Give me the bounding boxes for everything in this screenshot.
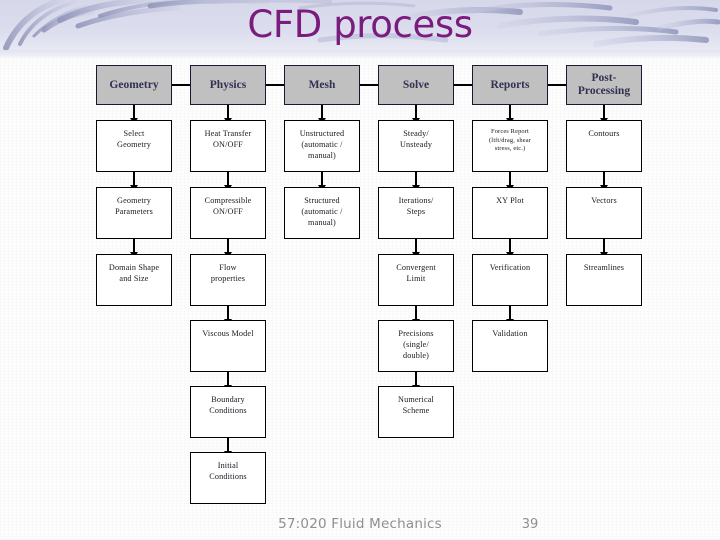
node-label: Reports	[490, 78, 530, 91]
node-label: Unstructured (automatic / manual)	[299, 129, 345, 160]
node-reports-step-2[interactable]: XY Plot	[472, 187, 548, 239]
node-label: Contours	[588, 129, 620, 138]
node-mesh-step-2[interactable]: Structured (automatic / manual)	[284, 187, 360, 239]
node-label: Vectors	[591, 196, 617, 205]
node-label: Heat Transfer ON/OFF	[204, 129, 252, 149]
node-label: Viscous Model	[202, 329, 254, 338]
node-solve-step-2[interactable]: Iterations/Steps	[378, 187, 454, 239]
node-label: Numerical Scheme	[398, 395, 434, 415]
page-title: CFD process	[247, 3, 473, 46]
node-solve-step-3[interactable]: Convergent Limit	[378, 254, 454, 306]
node-label: Validation	[492, 329, 528, 338]
node-label: Geometry Parameters	[115, 196, 153, 216]
node-post-processing-step-3[interactable]: Streamlines	[566, 254, 642, 306]
node-header-mesh[interactable]: Mesh	[284, 65, 360, 105]
node-header-geometry[interactable]: Geometry	[96, 65, 172, 105]
node-label: Flow properties	[210, 263, 246, 283]
node-label: Mesh	[308, 78, 336, 91]
node-reports-step-3[interactable]: Verification	[472, 254, 548, 306]
node-solve-step-1[interactable]: Steady/Unsteady	[378, 120, 454, 172]
node-label: Precisions (single/double)	[398, 329, 434, 360]
node-solve-step-5[interactable]: Numerical Scheme	[378, 386, 454, 438]
node-label: Initial Conditions	[209, 461, 247, 481]
node-label: Forces Report (lift/drag, shear stress, et…	[489, 128, 531, 153]
node-post-processing-step-1[interactable]: Contours	[566, 120, 642, 172]
node-label: Solve	[402, 78, 430, 91]
slide: CFD process Geometry Select Geometry Geom…	[0, 0, 720, 540]
node-label: Structured (automatic / manual)	[301, 196, 343, 227]
node-label: Iterations/Steps	[398, 196, 434, 216]
node-label: Convergent Limit	[396, 263, 436, 283]
node-header-reports[interactable]: Reports	[472, 65, 548, 105]
node-solve-step-4[interactable]: Precisions (single/double)	[378, 320, 454, 372]
node-header-post-processing[interactable]: Post- Processing	[566, 65, 642, 105]
node-reports-step-4[interactable]: Validation	[472, 320, 548, 372]
node-label: Compressible ON/OFF	[204, 196, 252, 216]
node-label: Boundary Conditions	[209, 395, 247, 415]
footer-page-number: 39	[521, 517, 539, 532]
node-label: Select Geometry	[117, 129, 151, 149]
node-physics-step-6[interactable]: Initial Conditions	[190, 452, 266, 504]
node-header-physics[interactable]: Physics	[190, 65, 266, 105]
node-geometry-step-1[interactable]: Select Geometry	[96, 120, 172, 172]
node-label: XY Plot	[496, 196, 524, 205]
node-physics-step-3[interactable]: Flow properties	[190, 254, 266, 306]
node-label: Domain Shape and Size	[108, 263, 160, 283]
node-label: Physics	[209, 78, 247, 91]
node-physics-step-4[interactable]: Viscous Model	[190, 320, 266, 372]
node-label: Streamlines	[583, 263, 625, 272]
node-post-processing-step-2[interactable]: Vectors	[566, 187, 642, 239]
node-header-solve[interactable]: Solve	[378, 65, 454, 105]
node-label: Verification	[489, 263, 531, 272]
node-physics-step-2[interactable]: Compressible ON/OFF	[190, 187, 266, 239]
node-label: Geometry	[109, 78, 159, 91]
node-label: Post- Processing	[577, 72, 631, 97]
node-geometry-step-2[interactable]: Geometry Parameters	[96, 187, 172, 239]
node-label: Steady/Unsteady	[399, 129, 433, 149]
node-geometry-step-3[interactable]: Domain Shape and Size	[96, 254, 172, 306]
cfd-process-flowchart: Geometry Select Geometry Geometry Paramete…	[0, 0, 720, 540]
footer-course-label: 57:020 Fluid Mechanics	[278, 516, 442, 532]
node-reports-step-1[interactable]: Forces Report (lift/drag, shear stress, et…	[472, 120, 548, 172]
node-physics-step-5[interactable]: Boundary Conditions	[190, 386, 266, 438]
node-physics-step-1[interactable]: Heat Transfer ON/OFF	[190, 120, 266, 172]
node-mesh-step-1[interactable]: Unstructured (automatic / manual)	[284, 120, 360, 172]
